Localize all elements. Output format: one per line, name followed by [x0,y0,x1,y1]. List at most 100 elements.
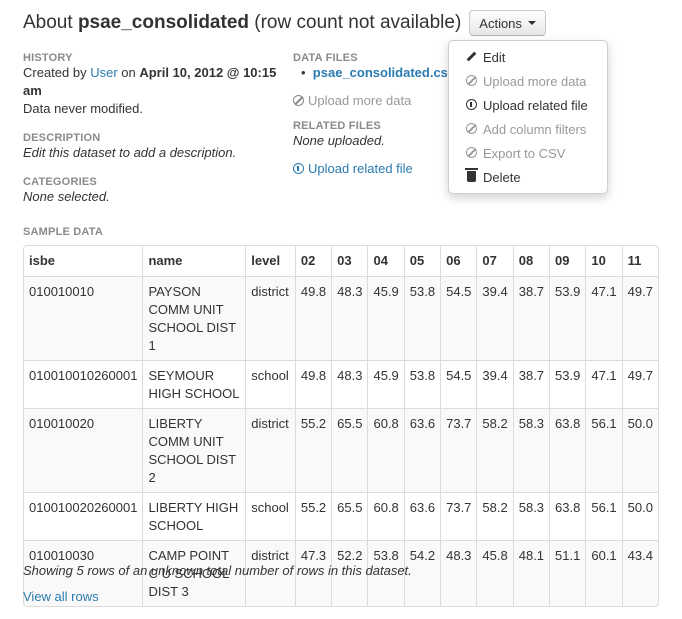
table-cell: LIBERTY COMM UNIT SCHOOL DIST 2 [142,408,246,493]
table-cell: 47.1 [585,360,623,409]
user-link[interactable]: User [90,65,117,80]
data-files-section: Data files • psae_consolidated.csv Uploa… [293,52,453,110]
column-header: level [245,246,296,277]
related-files-label: Related files [293,120,381,132]
column-header: name [142,246,246,277]
table-cell: school [245,492,296,541]
table-cell: 73.7 [440,492,477,541]
table-cell: 48.1 [512,540,550,606]
column-header: 08 [512,246,550,277]
sample-data-label: Sample data [23,226,104,238]
table-cell: 73.7 [440,408,477,493]
table-cell: 53.9 [549,276,586,361]
categories-label: Categories [23,176,97,188]
column-header: 07 [476,246,514,277]
table-cell: 63.6 [403,492,441,541]
table-cell: 45.9 [367,276,405,361]
table-cell: PAYSON COMM UNIT SCHOOL DIST 1 [142,276,246,361]
table-cell: 45.8 [476,540,514,606]
created-by-text: Created by [23,65,91,80]
table-row: 010010010 PAYSON COMM UNIT SCHOOL DIST 1… [24,276,658,361]
history-created: Created by User on April 10, 2012 @ 10:1… [23,64,281,100]
table-cell: 48.3 [331,276,368,361]
actions-dropdown-menu: Edit Upload more data Upload related fil… [448,40,608,194]
table-cell: 53.9 [549,360,586,409]
related-files-text: None uploaded. [293,133,385,148]
table-cell: 39.4 [476,276,514,361]
table-cell: 50.0 [621,492,658,541]
menu-item-label: Export to CSV [483,145,566,161]
menu-item-edit[interactable]: Edit [449,45,607,69]
description-label: Description [23,132,101,144]
table-cell: 38.7 [512,360,550,409]
upload-related-file-link[interactable]: Upload related file [293,160,453,178]
table-cell: 65.5 [331,408,368,493]
table-cell: district [245,408,296,493]
table-cell: district [245,276,296,361]
table-cell: 010010010260001 [24,360,143,409]
pencil-icon [465,50,477,64]
data-files-label: Data files [293,52,358,64]
table-cell: 47.1 [585,276,623,361]
column-header: 10 [585,246,623,277]
table-cell: 65.5 [331,492,368,541]
table-cell: 60.1 [585,540,623,606]
table-cell: 55.2 [294,408,332,493]
menu-item-label: Add column filters [483,121,587,137]
column-header: 09 [549,246,586,277]
page-title: About psae_consolidated (row count not a… [23,12,461,34]
table-cell: 54.5 [440,276,477,361]
column-header: 03 [331,246,368,277]
table-cell: 58.2 [476,408,514,493]
description-text: Edit this dataset to add a description. [23,145,237,160]
dataset-name: psae_consolidated [77,12,249,33]
upload-more-label: Upload more data [308,93,412,108]
upload-related-label[interactable]: Upload related file [308,161,413,176]
ban-icon [465,146,477,160]
table-cell: 49.8 [294,360,332,409]
table-cell: 48.3 [331,360,368,409]
ban-icon [293,95,304,106]
title-prefix: About [23,12,78,33]
column-header: 11 [621,246,658,277]
table-cell: 58.2 [476,492,514,541]
caret-down-icon [527,21,536,25]
table-cell: 51.1 [549,540,586,606]
table-cell: 010010020260001 [24,492,143,541]
table-cell: 50.0 [621,408,658,493]
table-cell: 63.8 [549,492,586,541]
column-header: isbe [29,253,56,268]
data-file-item: • psae_consolidated.csv [293,64,447,82]
menu-item-upload-related-file[interactable]: Upload related file [449,93,607,117]
ban-icon [465,122,477,136]
table-row: 010010020260001 LIBERTY HIGH SCHOOL scho… [24,492,658,541]
metadata-left-column: History Created by User on April 10, 201… [23,52,281,216]
table-cell: 60.8 [367,408,405,493]
title-suffix: (row count not available) [249,12,462,33]
trash-icon [464,168,478,184]
menu-item-delete[interactable]: Delete [449,165,607,189]
table-cell: 43.4 [621,540,658,606]
categories-text: None selected. [23,189,110,204]
menu-item-upload-more-data: Upload more data [449,69,607,93]
view-all-rows-link[interactable]: View all rows [23,589,99,604]
column-header: 06 [440,246,477,277]
ban-icon [465,74,477,88]
column-header: 04 [367,246,405,277]
history-label: History [23,52,73,64]
sample-data-table: isbe name level 02 03 04 05 06 07 08 09 … [23,245,659,607]
table-cell: 010010010 [24,276,143,361]
table-cell: 48.3 [440,540,477,606]
description-section: Description Edit this dataset to add a d… [23,132,281,162]
actions-button[interactable]: Actions [469,10,546,36]
actions-label: Actions [479,15,522,31]
table-cell: 49.7 [621,360,658,409]
bullet-icon: • [301,65,306,80]
data-file-link[interactable]: psae_consolidated.csv [313,65,447,80]
upload-more-data-disabled: Upload more data [293,92,453,110]
table-cell: 58.3 [512,408,550,493]
table-cell: school [245,360,296,409]
upload-icon [465,98,477,112]
table-cell: 53.8 [403,360,441,409]
menu-item-export-csv: Export to CSV [449,141,607,165]
